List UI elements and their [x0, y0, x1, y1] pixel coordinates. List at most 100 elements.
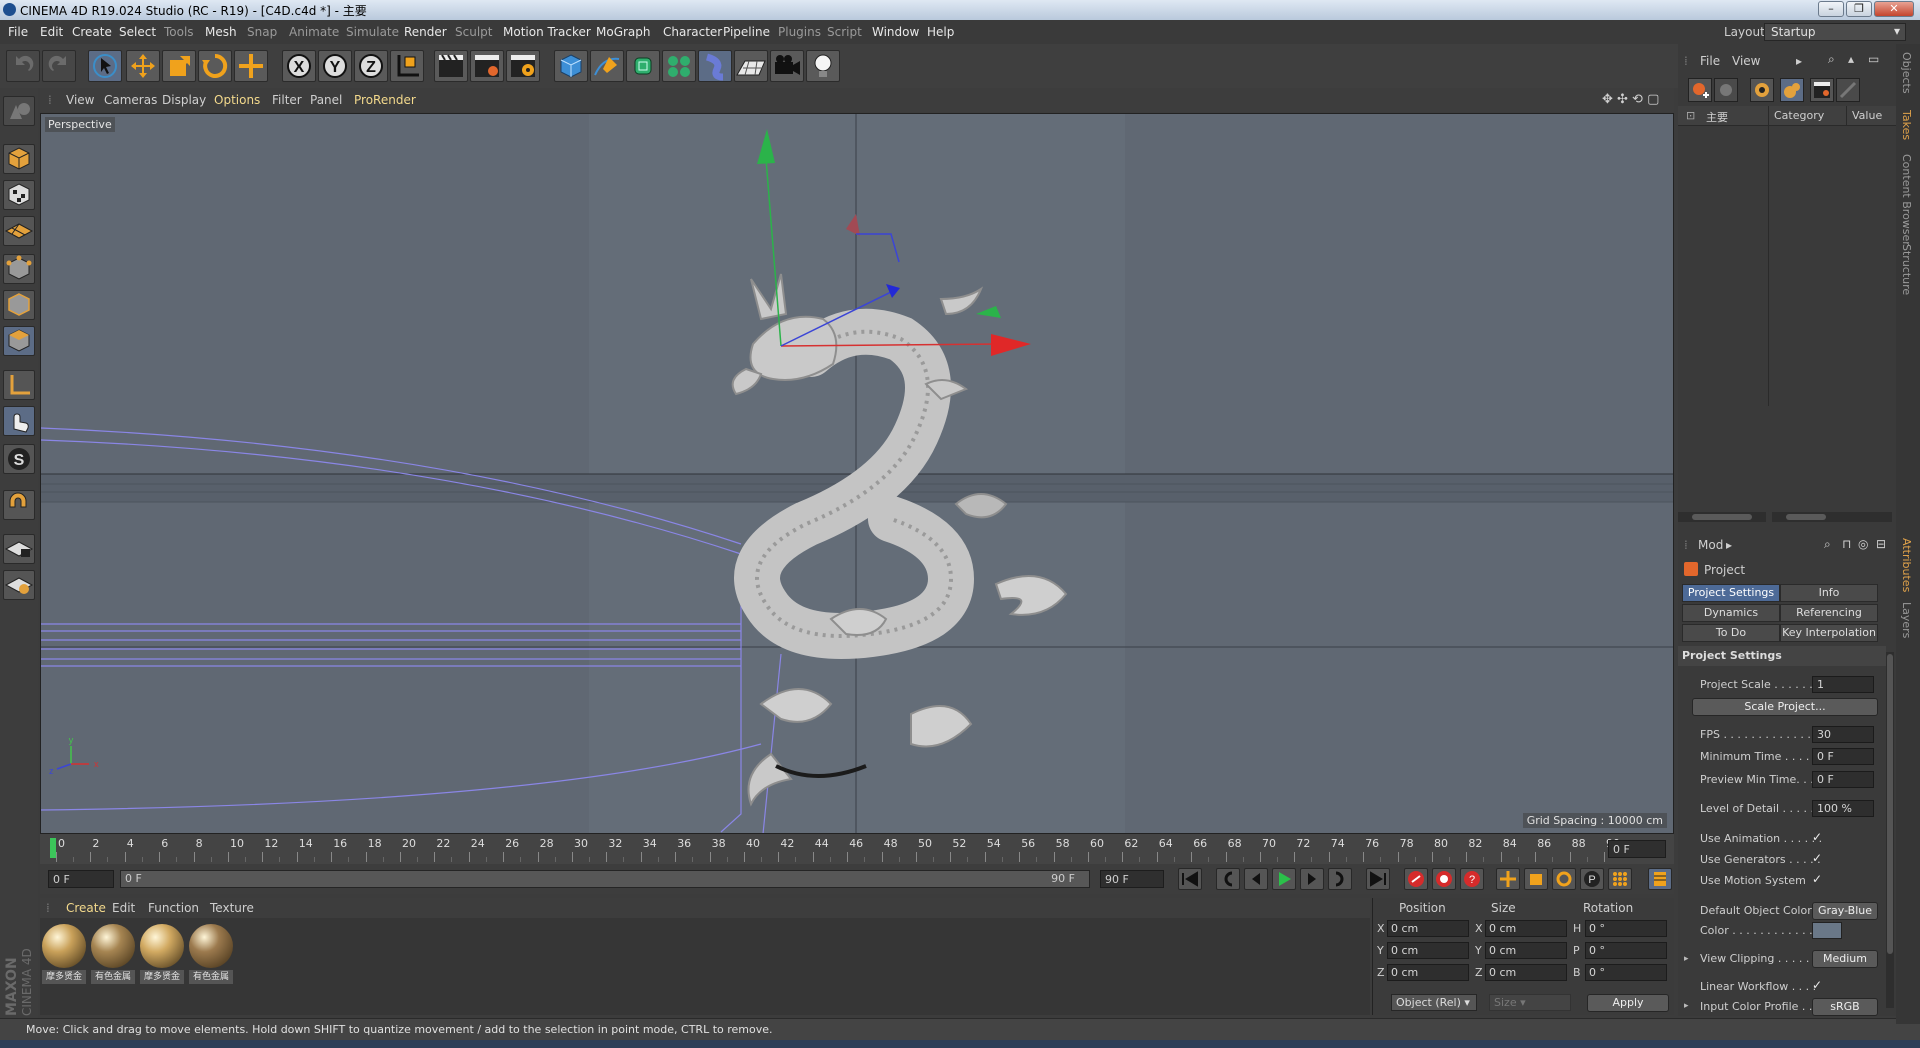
previous-key-button[interactable]: [1216, 868, 1240, 890]
pen-spline-button[interactable]: [590, 50, 624, 82]
size-field[interactable]: 0 cm: [1485, 964, 1567, 981]
input-color-profile-dropdown[interactable]: sRGB: [1812, 998, 1878, 1016]
timeline-window-button[interactable]: [1648, 868, 1672, 890]
side-tab-layers[interactable]: Layers: [1900, 602, 1913, 638]
level-of-detail-field[interactable]: 100 %: [1812, 800, 1874, 817]
y-axis-lock-button[interactable]: Y: [318, 50, 352, 82]
timeline-ruler[interactable]: 0 2 4 6 8 10 12 14 16 18 20 22 24 26 28 30 32 34 36 38 40 42 4…: [40, 834, 1674, 864]
size-field[interactable]: 0 cm: [1485, 942, 1567, 959]
polygons-mode-button[interactable]: [3, 326, 35, 356]
take-filter-button[interactable]: [1836, 78, 1860, 102]
material-swatch[interactable]: 摩多贤金: [42, 924, 86, 986]
live-selection-tool[interactable]: [88, 50, 122, 82]
maximize-button[interactable]: ❐: [1846, 1, 1872, 17]
perspective-viewport[interactable]: y x z Perspective Grid Spacing : 10000 c…: [40, 113, 1674, 834]
menu-mesh[interactable]: Mesh: [205, 25, 237, 39]
auto-keying-button[interactable]: [1432, 868, 1456, 890]
workplane-lock-button[interactable]: [3, 534, 35, 564]
points-mode-button[interactable]: [3, 254, 35, 284]
undo-button[interactable]: [6, 50, 40, 82]
menu-select[interactable]: Select: [119, 25, 156, 39]
tweak-mode-button[interactable]: [3, 406, 35, 436]
render-view-button[interactable]: [434, 50, 468, 82]
rotation-field[interactable]: 0 °: [1585, 920, 1667, 937]
axis-mode-button[interactable]: [3, 370, 35, 400]
material-swatch[interactable]: 有色金属: [91, 924, 135, 986]
target-icon[interactable]: ◎: [1858, 537, 1868, 551]
subdivision-surface-button[interactable]: [626, 50, 660, 82]
attributes-scrollbar[interactable]: [1886, 652, 1894, 1008]
menu-plugins[interactable]: Plugins: [778, 25, 821, 39]
go-to-end-button[interactable]: [1366, 868, 1390, 890]
tab-referencing[interactable]: Referencing: [1780, 604, 1878, 622]
preview-min-time-field[interactable]: 0 F: [1812, 771, 1874, 788]
make-editable-button[interactable]: [3, 96, 35, 126]
left-scrollbar[interactable]: [1678, 512, 1766, 522]
enable-snap-button[interactable]: [3, 490, 35, 520]
viewport-menu-view[interactable]: View: [66, 93, 94, 107]
tab-key-interpolation[interactable]: Key Interpolation: [1780, 624, 1878, 642]
go-to-start-button[interactable]: [1178, 868, 1202, 890]
workplane-mode-button[interactable]: [3, 216, 35, 246]
expand-arrow-icon[interactable]: ▸: [1684, 1001, 1689, 1011]
use-motion-system-checkbox[interactable]: ✓: [1812, 872, 1822, 886]
menu-snap[interactable]: Snap: [247, 25, 277, 39]
default-object-color-dropdown[interactable]: Gray-Blue: [1812, 902, 1878, 920]
menu-edit[interactable]: Edit: [40, 25, 63, 39]
scale-project-button[interactable]: Scale Project...: [1692, 698, 1878, 716]
side-tab-structure[interactable]: Structure: [1900, 244, 1913, 295]
next-key-button[interactable]: [1328, 868, 1352, 890]
menu-character[interactable]: Character: [663, 25, 722, 39]
redo-button[interactable]: [42, 50, 76, 82]
tab-project-settings[interactable]: Project Settings: [1682, 584, 1780, 602]
move-tool-icon[interactable]: [126, 50, 160, 82]
menu-simulate[interactable]: Simulate: [346, 25, 399, 39]
position-field[interactable]: 0 cm: [1387, 964, 1469, 981]
next-frame-button[interactable]: [1300, 868, 1324, 890]
z-axis-lock-button[interactable]: Z: [354, 50, 388, 82]
position-field[interactable]: 0 cm: [1387, 942, 1469, 959]
menu-script[interactable]: Script: [827, 25, 862, 39]
rotation-field[interactable]: 0 °: [1585, 942, 1667, 959]
take-add-button[interactable]: [1688, 78, 1712, 102]
menu-arrow-icon[interactable]: ▸: [1796, 54, 1802, 68]
bookmark-icon[interactable]: ▴: [1848, 52, 1854, 66]
key-position-button[interactable]: [1496, 868, 1520, 890]
search-icon[interactable]: ⌕: [1828, 52, 1835, 67]
current-frame-field[interactable]: 0 F: [1608, 840, 1666, 858]
expand-icon[interactable]: ⊡: [1686, 109, 1695, 122]
use-generators-checkbox[interactable]: ✓: [1812, 851, 1822, 865]
tab-to-do[interactable]: To Do: [1682, 624, 1780, 642]
viewport-navigation-icons[interactable]: ✥ ✣ ⟲ ▢: [1602, 92, 1659, 107]
solo-button[interactable]: S: [3, 444, 35, 474]
search-icon[interactable]: ⌕: [1824, 537, 1831, 552]
key-point-level-button[interactable]: [1608, 868, 1632, 890]
objects-menu-view[interactable]: View: [1732, 54, 1760, 68]
size-mode-dropdown[interactable]: Size ▾: [1489, 994, 1571, 1011]
menu-create[interactable]: Create: [72, 25, 112, 39]
take-main-label[interactable]: 主要: [1706, 109, 1728, 125]
menu-arrow-icon[interactable]: ▸: [1726, 538, 1732, 552]
texture-mode-button[interactable]: [3, 180, 35, 210]
tab-dynamics[interactable]: Dynamics: [1682, 604, 1780, 622]
coordinate-mode-dropdown[interactable]: Object (Rel) ▾: [1391, 994, 1477, 1011]
side-tab-objects[interactable]: Objects: [1900, 52, 1913, 94]
material-menu-texture[interactable]: Texture: [210, 901, 254, 915]
side-tab-content-browser[interactable]: Content Browser: [1900, 154, 1913, 246]
edges-mode-button[interactable]: [3, 290, 35, 320]
menu-tools[interactable]: Tools: [164, 25, 194, 39]
use-animation-checkbox[interactable]: ✓: [1812, 830, 1822, 844]
position-field[interactable]: 0 cm: [1387, 920, 1469, 937]
scale-tool-icon[interactable]: [162, 50, 196, 82]
take-auto-button[interactable]: [1750, 78, 1774, 102]
viewport-menu-options[interactable]: Options: [214, 93, 260, 107]
cloner-button[interactable]: [662, 50, 696, 82]
transform-tool-icon[interactable]: [234, 50, 268, 82]
menu-file[interactable]: File: [8, 25, 28, 39]
side-tab-takes[interactable]: Takes: [1900, 110, 1913, 140]
project-scale-field[interactable]: 1: [1812, 676, 1874, 693]
view-clipping-dropdown[interactable]: Medium: [1812, 950, 1878, 968]
side-tab-attributes[interactable]: Attributes: [1900, 538, 1913, 592]
render-take-button[interactable]: [1810, 78, 1834, 102]
viewport-menu-filter[interactable]: Filter: [272, 93, 302, 107]
